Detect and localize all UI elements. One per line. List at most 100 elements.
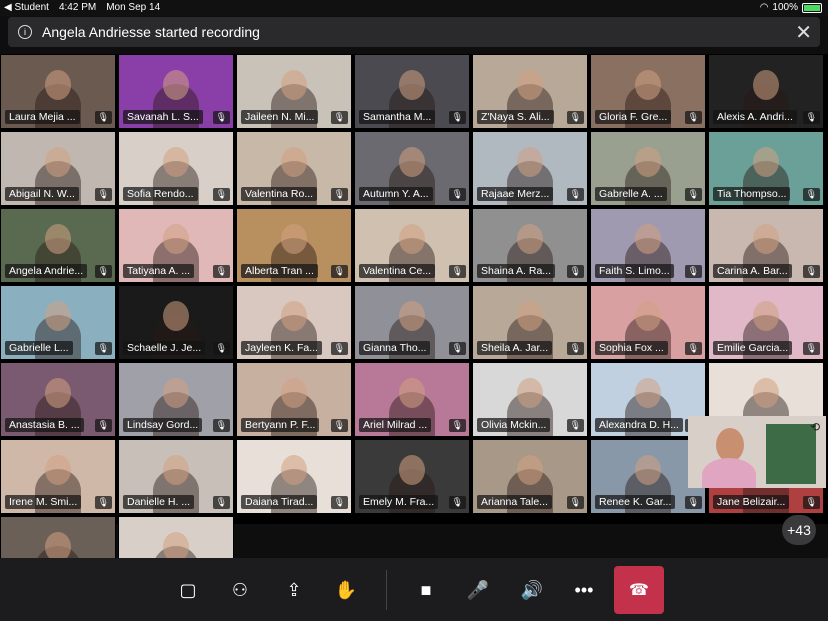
participant-name: Savanah L. S...: [123, 110, 203, 124]
participant-tile[interactable]: Laura Mejia ... 🎙: [0, 54, 116, 129]
participant-tile[interactable]: Gloria F. Gre... 🎙: [590, 54, 706, 129]
participant-tile[interactable]: Jaileen N. Mi... 🎙: [236, 54, 352, 129]
participant-name: Shaina A. Ra...: [477, 264, 556, 278]
participant-face: [281, 301, 307, 331]
participant-name: Z'Naya S. Ali...: [477, 110, 554, 124]
self-preview[interactable]: ⟲: [688, 416, 826, 488]
muted-mic-icon: 🎙: [212, 419, 230, 432]
participant-tile[interactable]: Gianna Tho... 🎙: [354, 285, 470, 360]
participant-tile[interactable]: Shaina A. Ra... 🎙: [472, 208, 588, 283]
hang-up-icon: ☎: [629, 582, 649, 599]
participant-face: [281, 70, 307, 100]
participant-name: Sheila A. Jar...: [477, 341, 553, 355]
participant-tile[interactable]: Alexis A. Andri... 🎙: [708, 54, 824, 129]
participant-tile[interactable]: Angela Andrie... 🎙: [0, 208, 116, 283]
participant-tile[interactable]: Savanah L. S... 🎙: [118, 54, 234, 129]
participant-tile[interactable]: Arianna Tale... 🎙: [472, 439, 588, 514]
speaker-button[interactable]: 🔊: [516, 574, 548, 606]
participant-face: [753, 147, 779, 177]
participant-face: [163, 70, 189, 100]
participant-face: [163, 147, 189, 177]
muted-mic-icon: 🎙: [212, 342, 230, 355]
muted-mic-icon: 🎙: [566, 188, 584, 201]
participant-name: Lindsay Gord...: [123, 418, 203, 432]
participant-name: Daiana Tirad...: [241, 495, 318, 509]
participant-tile[interactable]: Alberta Tran ... 🎙: [236, 208, 352, 283]
participant-face: [399, 378, 425, 408]
participant-tile[interactable]: Valentina Ro... 🎙: [236, 131, 352, 206]
participant-tile[interactable]: Schaelle J. Je... 🎙: [118, 285, 234, 360]
muted-mic-icon: 🎙: [212, 188, 230, 201]
participant-tile[interactable]: Danielle H. ... 🎙: [118, 439, 234, 514]
participant-name: Olivia Mckin...: [477, 418, 551, 432]
participant-tile[interactable]: Sofia Rendo... 🎙: [118, 131, 234, 206]
chat-button[interactable]: ▢: [172, 574, 204, 606]
camera-button[interactable]: ■: [410, 574, 442, 606]
participant-tile[interactable]: Sheila A. Jar... 🎙: [472, 285, 588, 360]
participant-face: [281, 224, 307, 254]
participant-name: Arianna Tale...: [477, 495, 552, 509]
participant-face: [45, 224, 71, 254]
participant-face: [753, 224, 779, 254]
hang-up-button[interactable]: ☎: [614, 566, 664, 614]
participant-tile[interactable]: Irene M. Smi... 🎙: [0, 439, 116, 514]
wifi-icon: ◠: [759, 2, 769, 13]
muted-mic-icon: 🎙: [802, 265, 820, 278]
participant-tile[interactable]: Tatiyana A. ... 🎙: [118, 208, 234, 283]
participant-tile[interactable]: Anastasia B. ... 🎙: [0, 362, 116, 437]
participant-tile[interactable]: Tia Thompso... 🎙: [708, 131, 824, 206]
mute-button[interactable]: 🎤: [462, 574, 494, 606]
participant-tile[interactable]: Gabrelle A. ... 🎙: [590, 131, 706, 206]
participants-button[interactable]: ⚇: [224, 574, 256, 606]
participant-tile[interactable]: Abigail N. W... 🎙: [0, 131, 116, 206]
participant-face: [45, 455, 71, 485]
participant-tile[interactable]: Faith S. Limo... 🎙: [590, 208, 706, 283]
camera-icon: ■: [420, 579, 432, 600]
participant-tile[interactable]: Daiana Tirad... 🎙: [236, 439, 352, 514]
participant-face: [635, 301, 661, 331]
participant-tile[interactable]: Gabrielle L... 🎙: [0, 285, 116, 360]
participant-name: Sofia Rendo...: [123, 187, 198, 201]
participant-tile[interactable]: Emely M. Fra... 🎙: [354, 439, 470, 514]
muted-mic-icon: 🎙: [330, 342, 348, 355]
recording-banner: i Angela Andriesse started recording ✕: [8, 17, 820, 47]
participant-name: Tia Thompso...: [713, 187, 791, 201]
participant-tile[interactable]: Olivia Mckin... 🎙: [472, 362, 588, 437]
muted-mic-icon: 🎙: [566, 111, 584, 124]
participant-tile[interactable]: Samantha M... 🎙: [354, 54, 470, 129]
participant-tile[interactable]: Bertyann P. F... 🎙: [236, 362, 352, 437]
back-to-app-link[interactable]: ◀ Student: [4, 2, 49, 13]
participant-name: Alexandra D. H...: [595, 418, 683, 432]
muted-mic-icon: 🎙: [448, 419, 466, 432]
status-date: Mon Sep 14: [106, 2, 161, 13]
muted-mic-icon: 🎙: [802, 496, 820, 509]
participant-tile[interactable]: Lindsay Gord... 🎙: [118, 362, 234, 437]
mute-icon: 🎤: [466, 579, 490, 600]
raise-hand-button[interactable]: ✋: [330, 574, 362, 606]
share-button[interactable]: ⇪: [278, 574, 310, 606]
participant-name: Abigail N. W...: [5, 187, 79, 201]
participant-tile[interactable]: Autumn Y. A... 🎙: [354, 131, 470, 206]
participant-face: [163, 224, 189, 254]
participant-tile[interactable]: Valentina Ce... 🎙: [354, 208, 470, 283]
participant-tile[interactable]: Rajaae Merz... 🎙: [472, 131, 588, 206]
participant-tile[interactable]: Jayleen K. Fa... 🎙: [236, 285, 352, 360]
more-options-button[interactable]: •••: [568, 574, 600, 606]
switch-camera-icon[interactable]: ⟲: [810, 420, 820, 434]
close-banner-button[interactable]: ✕: [795, 20, 812, 45]
participant-tile[interactable]: Z'Naya S. Ali... 🎙: [472, 54, 588, 129]
muted-mic-icon: 🎙: [448, 496, 466, 509]
muted-mic-icon: 🎙: [330, 419, 348, 432]
muted-mic-icon: 🎙: [684, 111, 702, 124]
participant-name: Renee K. Gar...: [595, 495, 676, 509]
participant-tile[interactable]: Ariel Milrad ... 🎙: [354, 362, 470, 437]
muted-mic-icon: 🎙: [94, 419, 112, 432]
participant-tile[interactable]: Carina A. Bar... 🎙: [708, 208, 824, 283]
more-participants-badge[interactable]: +43: [782, 515, 816, 545]
participant-name: Gianna Tho...: [359, 341, 431, 355]
participant-tile[interactable]: Emilie Garcia... 🎙: [708, 285, 824, 360]
participant-face: [163, 378, 189, 408]
participant-tile[interactable]: Sophia Fox ... 🎙: [590, 285, 706, 360]
muted-mic-icon: 🎙: [330, 188, 348, 201]
participant-name: Anastasia B. ...: [5, 418, 84, 432]
